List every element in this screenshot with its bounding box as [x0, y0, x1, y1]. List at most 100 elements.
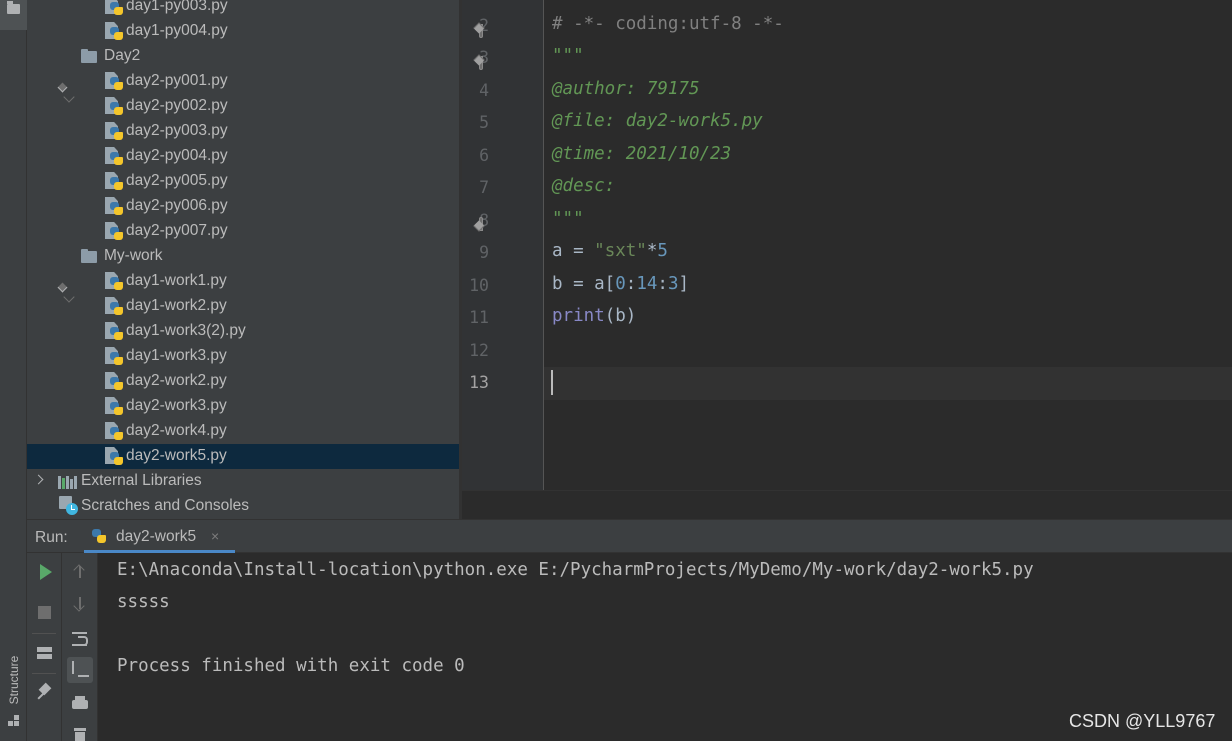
trash-icon[interactable] [68, 723, 92, 741]
stop-icon[interactable] [33, 600, 57, 624]
python-file-icon [105, 22, 123, 41]
tree-file-item[interactable]: day2-py005.py [27, 169, 459, 194]
code-line: a = "sxt"*5 [552, 241, 668, 261]
python-icon [92, 528, 110, 547]
tree-file-item[interactable]: day1-work2.py [27, 294, 459, 319]
python-file-icon [105, 422, 123, 441]
project-tool-button[interactable] [0, 0, 27, 30]
python-file-icon [105, 397, 123, 416]
tree-file-item[interactable]: day1-py003.py [27, 0, 459, 19]
tree-file-item[interactable]: day1-work1.py [27, 269, 459, 294]
line-number-current: 13 [469, 373, 489, 392]
watermark: CSDN @YLL9767 [1069, 711, 1216, 731]
left-tool-strip: Structure [0, 0, 27, 741]
python-file-icon [105, 347, 123, 366]
toolbar-divider [32, 633, 56, 634]
structure-label: Structure [7, 655, 21, 705]
code-line: """ [552, 46, 584, 66]
tree-file-item[interactable]: day2-py007.py [27, 219, 459, 244]
pin-icon[interactable] [33, 681, 57, 705]
print-icon[interactable] [68, 693, 92, 717]
fold-marker-icon[interactable] [468, 18, 483, 38]
line-number: 6 [479, 146, 489, 165]
tree-file-item[interactable]: day1-work3.py [27, 344, 459, 369]
library-icon [58, 475, 77, 489]
current-line-highlight [544, 367, 1232, 400]
code-line: print(b) [552, 306, 637, 326]
arrow-down-icon[interactable] [68, 593, 92, 617]
file-name: day2-work2.py [126, 372, 227, 389]
tree-file-item[interactable]: day2-work4.py [27, 419, 459, 444]
code-line: @desc: [552, 176, 616, 196]
python-file-icon [105, 72, 123, 91]
tree-scratches[interactable]: Scratches and Consoles [27, 494, 459, 519]
scroll-to-end-icon[interactable] [67, 657, 93, 683]
file-name: day2-py004.py [126, 147, 228, 164]
file-name: day2-work4.py [126, 422, 227, 439]
code-line: @file: day2-work5.py [552, 111, 763, 131]
file-name: day2-py007.py [126, 222, 228, 239]
layout-icon[interactable] [33, 641, 57, 665]
tree-folder-my-work[interactable]: My-work [27, 244, 459, 269]
tree-file-item[interactable]: day2-py006.py [27, 194, 459, 219]
file-name: day1-work3(2).py [126, 322, 246, 339]
tree-file-item[interactable]: day2-py004.py [27, 144, 459, 169]
tree-external-libraries[interactable]: External Libraries [27, 469, 459, 494]
code-editor[interactable]: 2 3 4 5 6 7 8 9 10 11 12 13 # -*- coding… [462, 0, 1232, 490]
file-name: day2-py002.py [126, 97, 228, 114]
tree-file-item[interactable]: day1-work3(2).py [27, 319, 459, 344]
python-file-icon [105, 272, 123, 291]
rerun-icon[interactable] [33, 560, 57, 584]
tree-file-item[interactable]: day2-py003.py [27, 119, 459, 144]
gutter-divider [543, 0, 544, 490]
file-name: day1-work2.py [126, 297, 227, 314]
tree-file-item[interactable]: day2-work2.py [27, 369, 459, 394]
tree-file-item[interactable]: day1-py004.py [27, 19, 459, 44]
code-line: """ [552, 209, 584, 229]
file-name: day1-py004.py [126, 22, 228, 39]
file-name: day1-py003.py [126, 0, 228, 14]
python-file-icon [105, 222, 123, 241]
file-name: day1-work3.py [126, 347, 227, 364]
line-number: 12 [469, 341, 489, 360]
file-name: day2-py005.py [126, 172, 228, 189]
line-number: 5 [479, 113, 489, 132]
fold-marker-icon[interactable] [468, 50, 483, 70]
fold-marker-icon[interactable] [468, 213, 483, 231]
tree-file-item[interactable]: day2-work3.py [27, 394, 459, 419]
line-number: 4 [479, 81, 489, 100]
python-file-icon [105, 197, 123, 216]
close-icon[interactable]: × [211, 528, 219, 544]
python-file-icon [105, 147, 123, 166]
external-libraries-label: External Libraries [81, 472, 202, 489]
python-file-icon [105, 447, 123, 466]
run-toolbar-primary [27, 553, 62, 741]
chevron-right-icon[interactable] [35, 475, 45, 485]
tree-file-item[interactable]: day2-py001.py [27, 69, 459, 94]
line-number: 7 [479, 178, 489, 197]
tree-folder-day2[interactable]: Day2 [27, 44, 459, 69]
code-line: @time: 2021/10/23 [552, 144, 732, 164]
tree-file-item-selected[interactable]: day2-work5.py [27, 444, 459, 469]
file-name: day2-py006.py [126, 197, 228, 214]
arrow-up-icon[interactable] [68, 560, 92, 584]
console-line: Process finished with exit code 0 [117, 656, 465, 676]
tree-file-item[interactable]: day2-py002.py [27, 94, 459, 119]
scratches-icon [59, 496, 79, 516]
run-tab[interactable]: day2-work5 × [84, 520, 235, 553]
console-line: sssss [117, 592, 170, 612]
code-line: @author: 79175 [552, 79, 700, 99]
file-name: day1-work1.py [126, 272, 227, 289]
soft-wrap-icon[interactable] [68, 627, 92, 651]
folder-icon [81, 249, 97, 263]
python-file-icon [105, 372, 123, 391]
folder-name: Day2 [104, 47, 141, 64]
code-line: b = a[0:14:3] [552, 274, 690, 294]
structure-tool-button[interactable]: Structure [0, 645, 27, 735]
folder-icon [7, 1, 20, 14]
run-tab-label: day2-work5 [116, 528, 197, 545]
folder-name: My-work [104, 247, 163, 264]
file-name: day2-work5.py [126, 447, 227, 464]
scratches-label: Scratches and Consoles [81, 497, 250, 514]
folder-icon [81, 49, 97, 63]
